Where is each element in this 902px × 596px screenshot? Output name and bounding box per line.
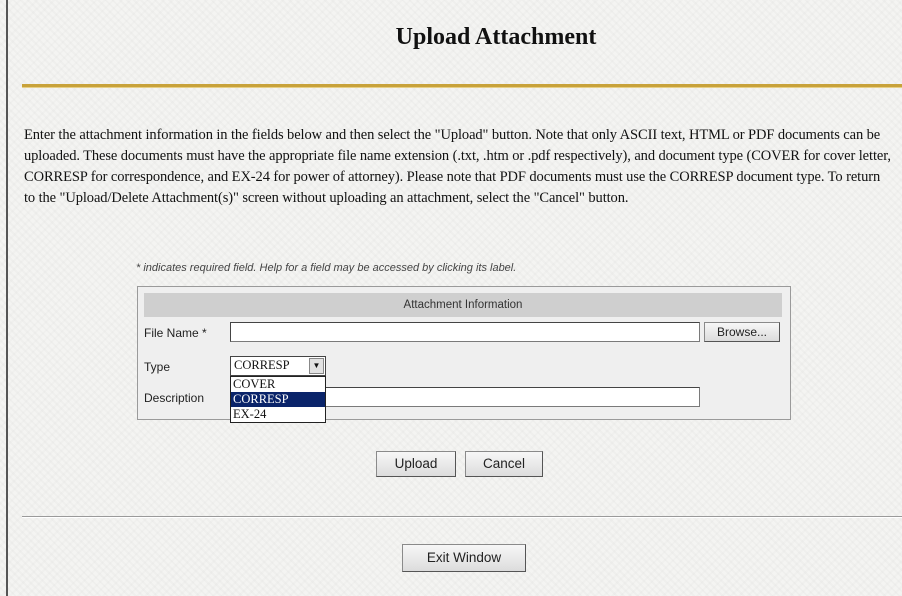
instructions-text: Enter the attachment information in the … xyxy=(24,127,891,206)
type-option-ex24[interactable]: EX-24 xyxy=(231,407,325,422)
type-option-corresp[interactable]: CORRESP xyxy=(231,392,325,407)
description-label[interactable]: Description xyxy=(144,391,204,405)
exit-window-button[interactable]: Exit Window xyxy=(402,544,526,572)
attachment-info-header: Attachment Information xyxy=(144,293,782,317)
cancel-button[interactable]: Cancel xyxy=(465,451,543,477)
type-option-cover[interactable]: COVER xyxy=(231,377,325,392)
upload-button[interactable]: Upload xyxy=(376,451,456,477)
footer-divider xyxy=(22,516,902,518)
type-label[interactable]: Type xyxy=(144,360,170,374)
file-name-label[interactable]: File Name * xyxy=(144,326,207,340)
window-left-border xyxy=(6,0,8,596)
browse-button[interactable]: Browse... xyxy=(704,322,780,342)
title-divider xyxy=(22,84,902,88)
type-dropdown-list: COVER CORRESP EX-24 xyxy=(230,376,326,423)
type-select[interactable]: CORRESP ▼ xyxy=(230,356,326,376)
type-selected-value: CORRESP xyxy=(234,358,290,372)
required-field-note: * indicates required field. Help for a f… xyxy=(136,262,517,274)
chevron-down-icon[interactable]: ▼ xyxy=(309,358,324,374)
file-name-input[interactable] xyxy=(230,322,700,342)
page-title: Upload Attachment xyxy=(395,24,597,50)
